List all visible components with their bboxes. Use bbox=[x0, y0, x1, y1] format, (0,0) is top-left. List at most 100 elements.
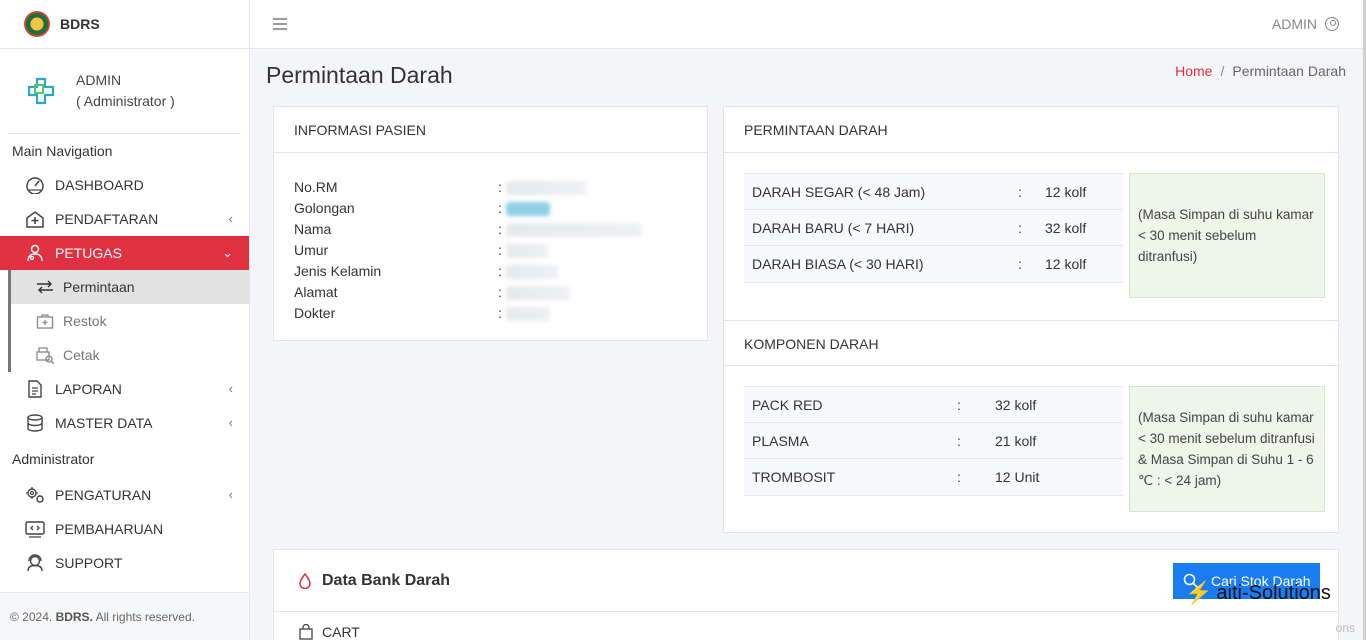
top-user-menu[interactable]: ADMIN bbox=[1272, 16, 1339, 32]
page-title: Permintaan Darah bbox=[266, 62, 453, 88]
row-name: PLASMA bbox=[752, 432, 809, 449]
field-label: Nama bbox=[294, 221, 332, 237]
row-name: DARAH BIASA (< 30 HARI) bbox=[752, 256, 924, 272]
chevron-left-icon: ‹ bbox=[228, 487, 233, 502]
watermark-text: aiti-Solutions bbox=[1216, 581, 1331, 604]
topbar: ADMIN bbox=[250, 0, 1363, 49]
database-icon bbox=[24, 413, 46, 433]
update-icon bbox=[24, 519, 46, 539]
row-name: DARAH SEGAR (< 48 Jam) bbox=[752, 184, 926, 200]
row-colon: : bbox=[1018, 219, 1022, 236]
footer-suffix: All rights reserved. bbox=[95, 610, 195, 624]
brand-name: BDRS bbox=[60, 16, 100, 32]
redacted-value bbox=[506, 181, 586, 195]
patient-field-nama: Nama: bbox=[294, 219, 687, 240]
blood-component-title: KOMPONEN DARAH bbox=[724, 320, 1338, 366]
nav-pengaturan-label: PENGATURAN bbox=[55, 487, 152, 503]
subnav-permintaan[interactable]: Permintaan bbox=[10, 270, 249, 304]
field-label: Umur bbox=[294, 242, 329, 258]
blood-component-body: PACK RED: 32 kolf PLASMA: 21 kolf TROMBOSI… bbox=[724, 366, 1338, 533]
shopping-bag-icon bbox=[299, 624, 313, 640]
nav-master-data-label: MASTER DATA bbox=[55, 415, 153, 431]
cart-section: CART bbox=[274, 612, 1338, 640]
row-value: 21 kolf bbox=[995, 432, 1037, 449]
nav-pembaharuan[interactable]: PEMBAHARUAN bbox=[0, 512, 249, 546]
nav-header-main: Main Navigation bbox=[12, 143, 113, 159]
blood-bank-title: Data Bank Darah bbox=[322, 571, 451, 589]
petugas-submenu: Permintaan Restok Cetak bbox=[0, 270, 249, 372]
breadcrumb-separator: / bbox=[1220, 63, 1225, 79]
row-value: 12 kolf bbox=[1045, 184, 1087, 200]
patient-field-golongan: Golongan: bbox=[294, 198, 687, 219]
field-colon: : bbox=[498, 263, 502, 279]
field-colon: : bbox=[498, 221, 502, 237]
blood-bank-card: Data Bank Darah Cari Stok Darah CART bbox=[273, 549, 1339, 640]
storage-note: (Masa Simpan di suhu kamar < 30 menit se… bbox=[1129, 173, 1325, 298]
redacted-value bbox=[506, 244, 548, 258]
sidebar-footer: © 2024. BDRS. All rights reserved. bbox=[0, 592, 249, 640]
nav-petugas-label: PETUGAS bbox=[55, 245, 122, 261]
row-value: 12 kolf bbox=[1045, 256, 1087, 272]
redacted-value bbox=[506, 307, 550, 321]
user-panel: ADMIN ( Administrator ) bbox=[8, 49, 241, 134]
nav-dashboard[interactable]: DASHBOARD bbox=[0, 168, 249, 202]
watermark-tail: ons bbox=[1335, 621, 1355, 635]
dashboard-icon bbox=[24, 175, 46, 195]
blood-request-table: DARAH SEGAR (< 48 Jam): 12 kolf DARAH BAR… bbox=[744, 173, 1123, 283]
table-row: DARAH SEGAR (< 48 Jam): 12 kolf bbox=[744, 173, 1123, 210]
subnav-cetak-label: Cetak bbox=[63, 347, 100, 363]
nav-support[interactable]: SUPPORT bbox=[0, 546, 249, 580]
table-row: DARAH BARU (< 7 HARI): 32 kolf bbox=[744, 209, 1123, 246]
blood-drop-icon bbox=[299, 572, 311, 589]
nav-master-data[interactable]: MASTER DATA ‹ bbox=[0, 406, 249, 440]
row-colon: : bbox=[1018, 256, 1022, 272]
row-name: DARAH BARU (< 7 HARI) bbox=[752, 219, 915, 236]
nav-header-admin: Administrator bbox=[12, 451, 95, 467]
blood-request-title: PERMINTAAN DARAH bbox=[724, 107, 1338, 153]
print-search-icon bbox=[34, 346, 56, 364]
chevron-left-icon: ‹ bbox=[228, 415, 233, 430]
transfer-icon bbox=[34, 278, 56, 296]
row-value: 12 Unit bbox=[995, 469, 1040, 485]
nav-pendaftaran-label: PENDAFTARAN bbox=[55, 211, 159, 227]
blood-request-card: PERMINTAAN DARAH DARAH SEGAR (< 48 Jam):… bbox=[723, 106, 1339, 533]
row-value: 32 kolf bbox=[995, 397, 1037, 413]
blood-request-body: DARAH SEGAR (< 48 Jam): 12 kolf DARAH BAR… bbox=[724, 153, 1338, 320]
nav-pendaftaran[interactable]: PENDAFTARAN ‹ bbox=[0, 202, 249, 236]
top-user-name: ADMIN bbox=[1271, 16, 1317, 32]
nav-pengaturan[interactable]: PENGATURAN ‹ bbox=[0, 478, 249, 512]
gears-icon bbox=[24, 485, 46, 505]
subnav-restok[interactable]: Restok bbox=[0, 304, 249, 338]
subnav-cetak[interactable]: Cetak bbox=[0, 338, 249, 372]
user-role: ( Administrator ) bbox=[76, 93, 175, 109]
row-colon: : bbox=[957, 397, 961, 413]
nav-dashboard-label: DASHBOARD bbox=[55, 177, 144, 193]
patient-field-umur: Umur: bbox=[294, 240, 687, 261]
patient-field-rm: No.RM: bbox=[294, 177, 687, 198]
medical-cross-icon bbox=[27, 77, 55, 105]
cart-label: CART bbox=[322, 624, 360, 640]
breadcrumb: Home / Permintaan Darah bbox=[1175, 63, 1346, 79]
support-icon bbox=[24, 553, 46, 573]
sidebar: BDRS ADMIN ( Administrator ) Main Naviga… bbox=[0, 0, 250, 640]
hamburger-menu-icon[interactable] bbox=[273, 18, 287, 33]
row-colon: : bbox=[1018, 184, 1022, 200]
subnav-permintaan-label: Permintaan bbox=[63, 279, 135, 295]
brand[interactable]: BDRS bbox=[0, 0, 249, 49]
field-colon: : bbox=[498, 242, 502, 258]
chevron-left-icon: ‹ bbox=[228, 381, 233, 396]
redacted-value bbox=[506, 223, 642, 237]
table-row: DARAH BIASA (< 30 HARI): 12 kolf bbox=[744, 246, 1123, 283]
brand-logo bbox=[24, 11, 50, 37]
nav-petugas[interactable]: PETUGAS ⌄ bbox=[0, 236, 249, 270]
document-icon bbox=[24, 379, 46, 399]
nav-laporan[interactable]: LAPORAN ‹ bbox=[0, 372, 249, 406]
hospital-icon bbox=[24, 209, 46, 229]
breadcrumb-home[interactable]: Home bbox=[1175, 63, 1212, 79]
field-colon: : bbox=[498, 284, 502, 300]
chevron-down-icon: ⌄ bbox=[222, 245, 233, 260]
user-circle-icon bbox=[1325, 17, 1339, 31]
table-row: PACK RED: 32 kolf bbox=[744, 386, 1123, 423]
table-row: TROMBOSIT: 12 Unit bbox=[744, 459, 1123, 496]
nav-support-label: SUPPORT bbox=[55, 555, 123, 571]
